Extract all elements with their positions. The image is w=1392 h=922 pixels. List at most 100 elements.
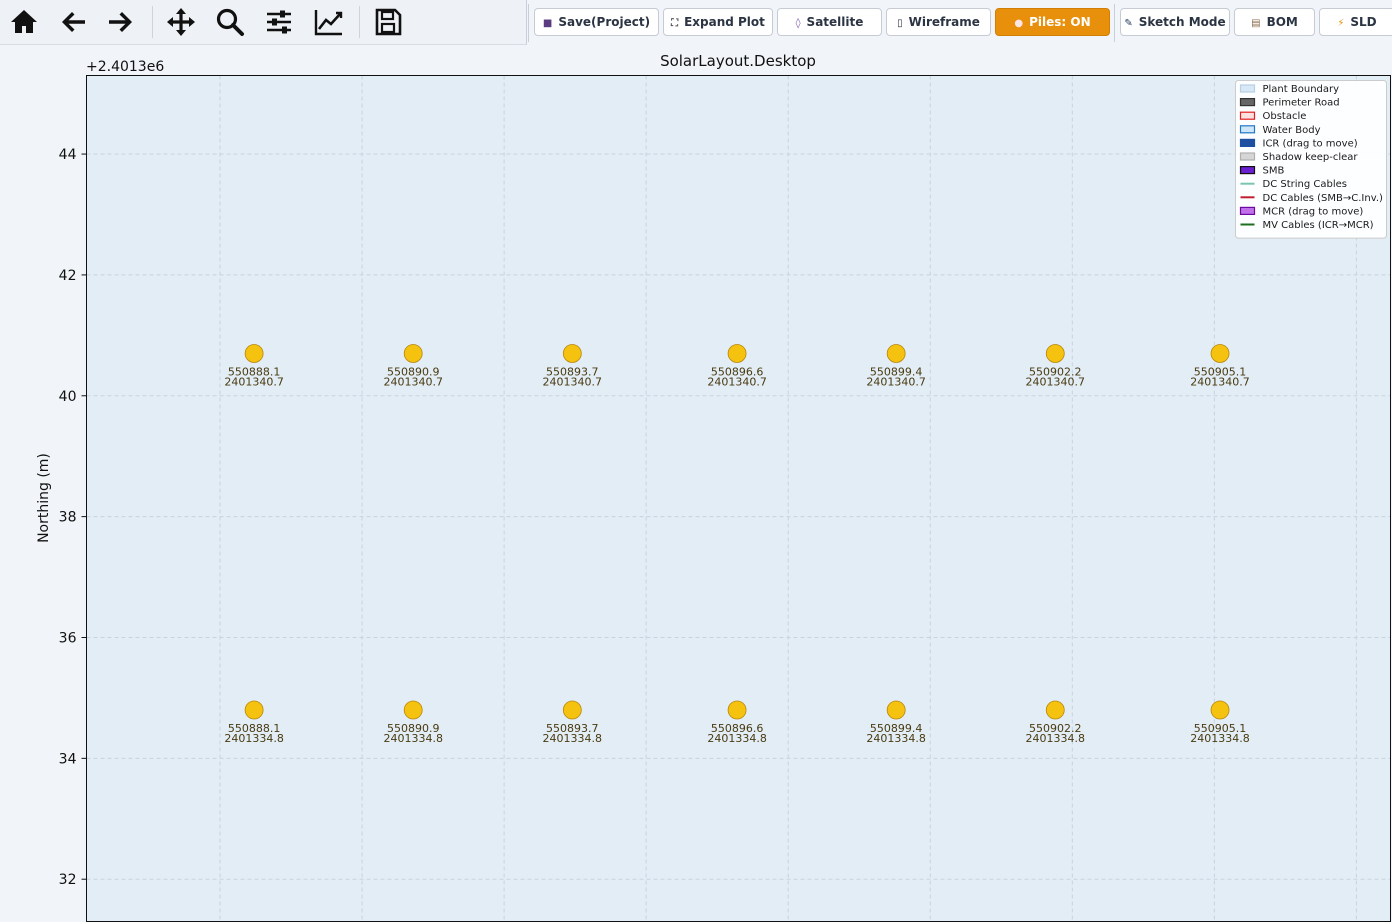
toolbar-separator [528, 4, 529, 42]
edit-axis-tool[interactable] [309, 4, 349, 40]
legend-label: DC String Cables [1263, 179, 1347, 190]
legend-swatch [1239, 125, 1256, 134]
legend-label: Shadow keep-clear [1263, 152, 1359, 163]
forward-arrow-tool[interactable] [101, 4, 141, 40]
plot-title: SolarLayout.Desktop [660, 52, 816, 70]
pin-icon: ● [1014, 18, 1024, 29]
pan-icon [167, 8, 195, 36]
expand-plot-label: Expand Plot [684, 15, 765, 29]
legend-label: Perimeter Road [1263, 98, 1340, 109]
configure-subplots-icon [267, 10, 291, 34]
y-axis-label: Northing (m) [36, 453, 52, 543]
satellite-label: Satellite [806, 15, 864, 29]
lightning-icon: ⚡ [1337, 18, 1345, 29]
y-tick-label: 40 [59, 389, 77, 405]
pile-northing-label: 2401334.8 [707, 732, 767, 745]
toolbar: ■ Save(Project) ⛶ Expand Plot ◊ Satellite ▯ Wir… [0, 0, 1392, 45]
pile-northing-label: 2401340.7 [866, 375, 926, 388]
legend-swatch [1239, 165, 1256, 175]
y-tick-label: 34 [59, 751, 77, 767]
pile-marker[interactable] [1045, 344, 1065, 363]
pile-northing-label: 2401334.8 [383, 732, 443, 745]
y-tick-label: 38 [59, 510, 77, 526]
legend-label: MV Cables (ICR→MCR) [1263, 220, 1374, 231]
legend-swatch [1239, 111, 1256, 120]
wireframe-icon: ▯ [897, 18, 903, 29]
pile-northing-label: 2401340.7 [383, 375, 443, 388]
legend-label: Obstacle [1263, 111, 1307, 122]
wireframe-label: Wireframe [908, 15, 980, 29]
save-project-button[interactable]: ■ Save(Project) [534, 8, 659, 36]
satellite-button[interactable]: ◊ Satellite [777, 8, 882, 36]
pile-marker[interactable] [727, 344, 747, 363]
save-figure-tool[interactable] [368, 4, 408, 40]
legend-label: Plant Boundary [1263, 84, 1340, 95]
pile-northing-label: 2401334.8 [543, 732, 603, 745]
tool-separator [359, 6, 360, 38]
toolbar-separator [1114, 4, 1115, 42]
expand-plot-button[interactable]: ⛶ Expand Plot [663, 8, 773, 36]
back-arrow-tool[interactable] [53, 4, 93, 40]
save-icon: ■ [542, 18, 553, 29]
forward-arrow-icon [109, 12, 132, 32]
legend-label: MCR (drag to move) [1263, 206, 1364, 217]
legend-label: ICR (drag to move) [1263, 138, 1358, 149]
legend-swatch [1239, 152, 1256, 161]
sketch-mode-label: Sketch Mode [1138, 15, 1226, 29]
pile-marker[interactable] [727, 700, 747, 720]
pile-marker[interactable] [886, 700, 906, 720]
save-figure-icon [375, 8, 402, 36]
pile-marker[interactable] [244, 700, 264, 720]
pile-marker[interactable] [562, 344, 582, 363]
sld-button[interactable]: ⚡ SLD [1319, 8, 1392, 36]
legend-label: SMB [1263, 166, 1285, 177]
satellite-icon: ◊ [795, 18, 801, 29]
home-tool[interactable] [4, 4, 44, 40]
expand-icon: ⛶ [671, 18, 679, 29]
pile-northing-label: 2401334.8 [1026, 732, 1086, 745]
y-tick-label: 36 [59, 630, 77, 646]
pile-northing-label: 2401340.7 [1026, 375, 1086, 388]
piles-toggle-button[interactable]: ● Piles: ON [995, 8, 1110, 36]
pile-northing-label: 2401340.7 [707, 375, 767, 388]
pile-marker[interactable] [886, 344, 906, 363]
tool-separator [152, 6, 153, 38]
y-axis-ticks: 32 34 36 38 40 42 44 [59, 147, 87, 888]
pile-marker[interactable] [403, 700, 423, 720]
y-tick-label: 42 [59, 268, 77, 284]
pile-northing-label: 2401334.8 [1190, 732, 1250, 745]
pile-marker[interactable] [403, 344, 423, 363]
pile-marker[interactable] [1210, 700, 1230, 720]
legend-swatch [1239, 84, 1256, 93]
pile-northing-label: 2401334.8 [866, 732, 926, 745]
pile-marker[interactable] [1045, 700, 1065, 720]
document-icon: ▤ [1251, 18, 1261, 29]
legend-item-dc-cables-smb-c-inv[interactable]: DC Cables (SMB→C.Inv.) [1240, 193, 1384, 204]
legend[interactable]: Plant Boundary Perimeter Road Obstacle Wate… [1235, 80, 1387, 239]
configure-subplots-tool[interactable] [259, 4, 299, 40]
legend-label: Water Body [1263, 125, 1321, 136]
back-arrow-icon [62, 12, 85, 32]
bom-button[interactable]: ▤ BOM [1234, 8, 1315, 36]
sld-label: SLD [1350, 15, 1377, 29]
sketch-mode-button[interactable]: ✎ Sketch Mode [1120, 8, 1230, 36]
axes-background [86, 75, 1391, 922]
pile-northing-label: 2401340.7 [1190, 375, 1250, 388]
bom-label: BOM [1266, 15, 1298, 29]
piles-toggle-label: Piles: ON [1029, 15, 1091, 29]
pile-northing-label: 2401340.7 [224, 375, 284, 388]
pile-marker[interactable] [244, 344, 264, 363]
pile-marker[interactable] [1210, 344, 1230, 363]
legend-swatch [1239, 138, 1256, 148]
plot-canvas[interactable]: SolarLayout.Desktop +2.4013e6 Northing (… [0, 44, 1392, 922]
wireframe-button[interactable]: ▯ Wireframe [886, 8, 991, 36]
zoom-tool[interactable] [210, 4, 250, 40]
pan-tool[interactable] [161, 4, 201, 40]
home-icon [11, 10, 37, 33]
save-project-label: Save(Project) [558, 15, 651, 29]
legend-label: DC Cables (SMB→C.Inv.) [1263, 193, 1384, 204]
navigation-toolbar [0, 0, 527, 45]
y-tick-label: 32 [59, 872, 77, 888]
pile-marker[interactable] [562, 700, 582, 720]
axis-offset-label: +2.4013e6 [86, 59, 164, 75]
